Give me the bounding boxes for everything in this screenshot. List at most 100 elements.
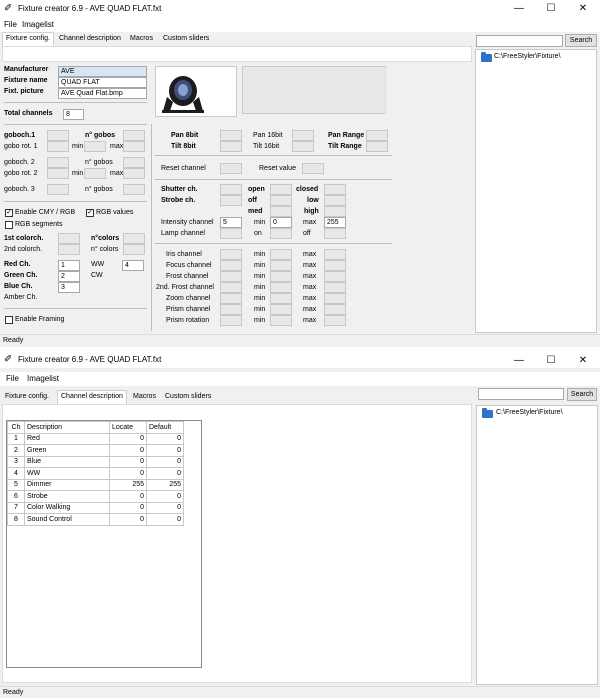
cell-description[interactable]: Dimmer (24, 478, 110, 491)
total-channels-field[interactable]: 8 (63, 109, 84, 120)
menu-file[interactable]: File (6, 374, 19, 383)
lamp-off-field[interactable] (324, 228, 346, 239)
maximize-button[interactable]: ☐ (535, 352, 567, 370)
cell-default[interactable]: 0 (146, 490, 184, 503)
ncolors-field[interactable] (123, 233, 145, 244)
table-row[interactable]: 6 Strobe 0 0 (7, 490, 184, 503)
cell-description[interactable]: Strobe (24, 490, 110, 503)
cell-locate[interactable]: 0 (109, 444, 147, 457)
title-bar[interactable]: ✐ Fixture creator 6.9 - AVE QUAD FLAT.fx… (0, 0, 600, 18)
on-field[interactable] (270, 228, 292, 239)
frost-field[interactable] (220, 271, 242, 282)
high-field[interactable] (324, 206, 346, 217)
iris-max-field[interactable] (324, 249, 346, 260)
reset-value-field[interactable] (302, 163, 324, 174)
prism-min-field[interactable] (270, 304, 292, 315)
tab-fixture-config[interactable]: Fixture config. (2, 32, 54, 46)
colorch1-field[interactable] (58, 233, 80, 244)
frost2-max-field[interactable] (324, 282, 346, 293)
iris-min-field[interactable] (270, 249, 292, 260)
cell-default[interactable]: 0 (146, 455, 184, 468)
cell-default[interactable]: 0 (146, 467, 184, 480)
intensity-max-field[interactable]: 255 (324, 217, 346, 228)
cell-default[interactable]: 0 (146, 501, 184, 514)
rgb-values-checkbox[interactable]: ✓ (86, 209, 94, 217)
header-ch[interactable]: Ch (7, 421, 25, 434)
tab-channel-description[interactable]: Channel description (56, 33, 124, 46)
focus-field[interactable] (220, 260, 242, 271)
ngobos2-field[interactable] (123, 157, 145, 168)
tab-custom-sliders[interactable]: Custom sliders (162, 391, 215, 404)
lamp-field[interactable] (220, 228, 242, 239)
close-button[interactable]: ✕ (567, 0, 599, 18)
goboch2-field[interactable] (47, 157, 69, 168)
prism-rotation-field[interactable] (220, 315, 242, 326)
header-default[interactable]: Default (146, 421, 184, 434)
focus-min-field[interactable] (270, 260, 292, 271)
blue-ch-field[interactable]: 3 (58, 282, 80, 293)
minimize-button[interactable]: — (503, 0, 535, 18)
search-button[interactable]: Search (565, 34, 597, 47)
cell-description[interactable]: WW (24, 467, 110, 480)
reset-channel-field[interactable] (220, 163, 242, 174)
zoom-min-field[interactable] (270, 293, 292, 304)
table-row[interactable]: 4 WW 0 0 (7, 467, 184, 480)
cell-description[interactable]: Blue (24, 455, 110, 468)
ww-field[interactable]: 4 (122, 260, 144, 271)
tree-path[interactable]: C:\FreeStyler\Fixture\ (496, 409, 563, 416)
med-field[interactable] (270, 206, 292, 217)
cell-description[interactable]: Green (24, 444, 110, 457)
cell-description[interactable]: Sound Control (24, 513, 110, 526)
intensity-min-field[interactable]: 0 (270, 217, 292, 228)
enable-framing-checkbox[interactable] (5, 316, 13, 324)
header-description[interactable]: Description (24, 421, 110, 434)
table-row[interactable]: 8 Sound Control 0 0 (7, 513, 184, 526)
prism-rotation-max-field[interactable] (324, 315, 346, 326)
search-input[interactable] (476, 35, 563, 47)
gobo-rot1-min-field[interactable] (84, 141, 106, 152)
cell-default[interactable]: 0 (146, 513, 184, 526)
table-row[interactable]: 2 Green 0 0 (7, 444, 184, 457)
cell-default[interactable]: 255 (146, 478, 184, 491)
strobe-field[interactable] (220, 195, 242, 206)
search-button[interactable]: Search (567, 388, 597, 401)
pan8-field[interactable] (220, 130, 242, 141)
minimize-button[interactable]: — (503, 352, 535, 370)
green-ch-field[interactable]: 2 (58, 271, 80, 282)
gobo-rot2-max-field[interactable] (123, 168, 145, 179)
folder-tree[interactable]: C:\FreeStyler\Fixture\ (476, 405, 598, 685)
frost-min-field[interactable] (270, 271, 292, 282)
table-row[interactable]: 5 Dimmer 255 255 (7, 478, 184, 491)
cell-locate[interactable]: 0 (109, 467, 147, 480)
cell-default[interactable]: 0 (146, 444, 184, 457)
open-field[interactable] (270, 184, 292, 195)
table-row[interactable]: 7 Color Walking 0 0 (7, 501, 184, 514)
cell-default[interactable]: 0 (146, 432, 184, 445)
prism-rotation-min-field[interactable] (270, 315, 292, 326)
low-field[interactable] (324, 195, 346, 206)
cell-locate[interactable]: 0 (109, 432, 147, 445)
cell-locate[interactable]: 255 (109, 478, 147, 491)
off-field[interactable] (270, 195, 292, 206)
table-row[interactable]: 1 Red 0 0 (7, 432, 184, 445)
tilt8-field[interactable] (220, 141, 242, 152)
close-button[interactable]: ✕ (567, 352, 599, 370)
frost-max-field[interactable] (324, 271, 346, 282)
frost2-min-field[interactable] (270, 282, 292, 293)
prism-max-field[interactable] (324, 304, 346, 315)
folder-tree[interactable]: C:\FreeStyler\Fixture\ (475, 49, 597, 333)
ngobos3-field[interactable] (123, 184, 145, 195)
table-row[interactable]: 3 Blue 0 0 (7, 455, 184, 468)
focus-max-field[interactable] (324, 260, 346, 271)
menu-file[interactable]: File (4, 20, 17, 29)
gobo-rot2-min-field[interactable] (84, 168, 106, 179)
tilt-range-field[interactable] (366, 141, 388, 152)
iris-field[interactable] (220, 249, 242, 260)
tab-channel-description[interactable]: Channel description (57, 390, 127, 404)
tilt16-field[interactable] (292, 141, 314, 152)
pan-range-field[interactable] (366, 130, 388, 141)
fixture-name-field[interactable]: QUAD FLAT (58, 77, 147, 88)
cell-description[interactable]: Red (24, 432, 110, 445)
tab-fixture-config[interactable]: Fixture config. (2, 391, 52, 404)
pan16-field[interactable] (292, 130, 314, 141)
